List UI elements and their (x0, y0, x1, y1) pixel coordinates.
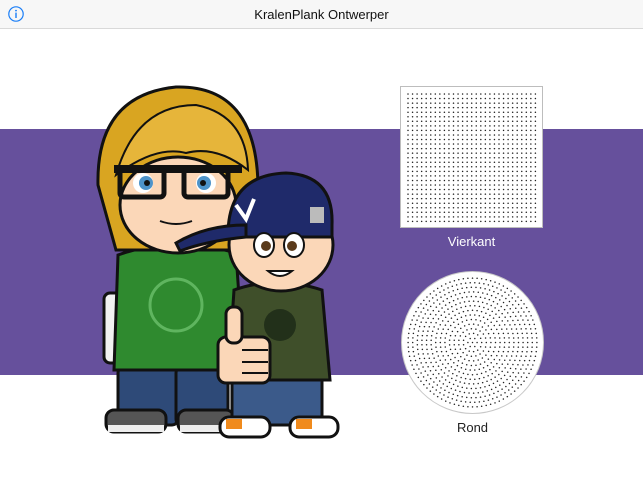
navigation-bar: KralenPlank Ontwerper (0, 0, 643, 29)
round-pegboard-icon (407, 277, 538, 408)
square-board-button[interactable] (400, 86, 543, 228)
page-title: KralenPlank Ontwerper (254, 7, 389, 22)
square-pegboard-icon (407, 93, 537, 223)
mascot-illustration (96, 85, 340, 439)
round-board-button[interactable] (401, 271, 544, 414)
square-board-label: Vierkant (447, 234, 496, 249)
round-board-label: Rond (456, 420, 489, 435)
